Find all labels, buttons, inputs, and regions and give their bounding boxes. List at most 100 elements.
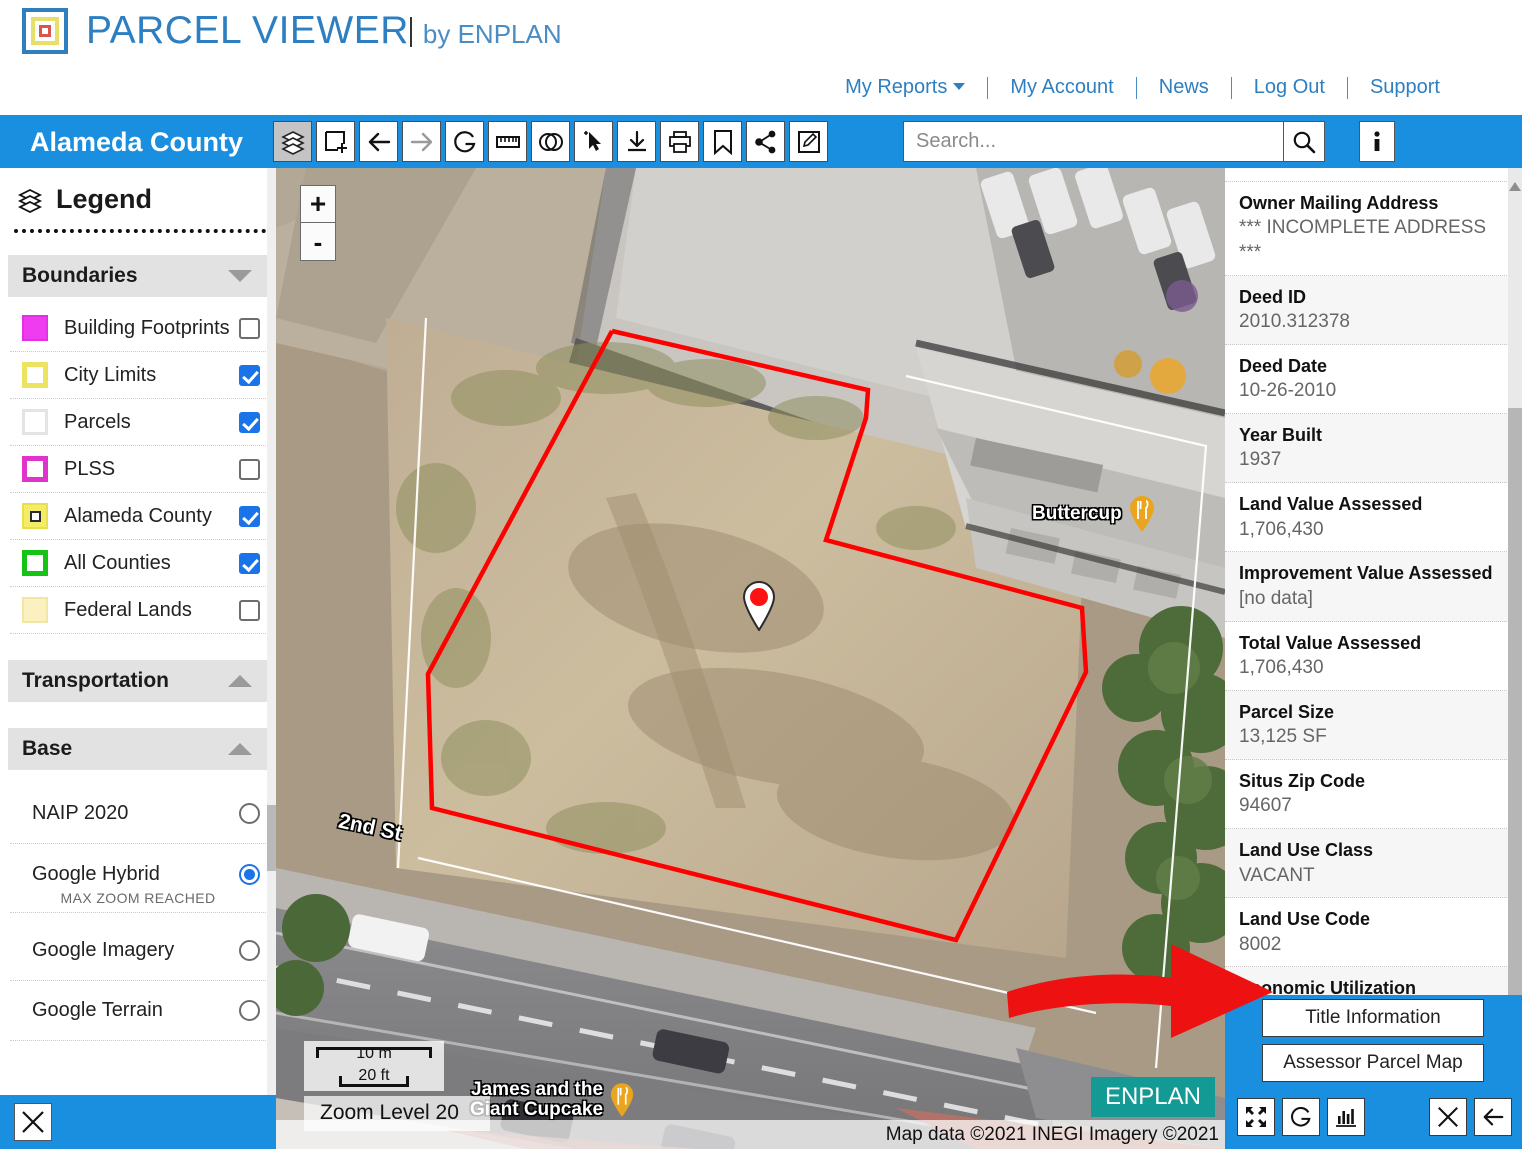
nav-support[interactable]: Support bbox=[1348, 76, 1462, 99]
legend-item-parcels[interactable]: Parcels bbox=[10, 399, 266, 446]
zoom-in-button[interactable]: + bbox=[300, 185, 336, 223]
arrow-right-icon bbox=[410, 132, 432, 151]
legend-group-boundaries[interactable]: Boundaries bbox=[8, 255, 268, 297]
legend-item-federal-lands[interactable]: Federal Lands bbox=[10, 587, 266, 634]
detail-value: VACANT bbox=[1239, 864, 1315, 886]
share-button[interactable] bbox=[746, 121, 785, 162]
legend-item-city-limits[interactable]: City Limits bbox=[10, 352, 266, 399]
legend-checkbox-city-limits[interactable] bbox=[239, 364, 260, 386]
legend-scrollbar[interactable] bbox=[267, 168, 276, 1149]
base-layer-google-imagery[interactable]: Google Imagery bbox=[10, 921, 266, 981]
new-map-button[interactable] bbox=[316, 121, 355, 162]
magnifier-icon bbox=[1293, 131, 1316, 153]
base-layer-label: Google Hybrid bbox=[32, 862, 160, 885]
map-poi-label: Buttercup bbox=[1032, 503, 1122, 525]
detail-row: Year Built 1937 bbox=[1225, 413, 1513, 484]
detail-value: 8002 bbox=[1239, 933, 1282, 955]
assessor-parcel-map-button[interactable]: Assessor Parcel Map bbox=[1262, 1044, 1484, 1082]
detail-value: 94607 bbox=[1239, 795, 1292, 817]
detail-value: *** INCOMPLETE ADDRESS *** bbox=[1239, 217, 1487, 263]
buffer-button[interactable] bbox=[531, 121, 570, 162]
base-layer-radio-google-imagery[interactable] bbox=[239, 940, 260, 961]
detail-key: Deed ID bbox=[1239, 286, 1307, 307]
panel-action-icons-right bbox=[1429, 1098, 1512, 1136]
chevron-up-icon bbox=[228, 675, 252, 687]
legend-item-building-footprints[interactable]: Building Footprints bbox=[10, 305, 266, 352]
bar-chart-icon bbox=[1336, 1109, 1356, 1127]
search-input[interactable] bbox=[903, 121, 1283, 162]
detail-value: [no data] bbox=[1239, 587, 1313, 609]
base-layer-radio-google-hybrid[interactable] bbox=[239, 863, 260, 885]
google-button[interactable] bbox=[445, 121, 484, 162]
legend-checkbox-all-counties[interactable] bbox=[239, 552, 260, 574]
map-pin-marker[interactable] bbox=[739, 579, 779, 631]
legend-checkbox-parcels[interactable] bbox=[239, 411, 260, 433]
statistics-button[interactable] bbox=[1327, 1098, 1365, 1136]
zoom-out-button[interactable]: - bbox=[300, 223, 336, 261]
close-panel-button[interactable] bbox=[1429, 1098, 1467, 1136]
nav-my-reports[interactable]: My Reports bbox=[823, 76, 987, 99]
base-layer-google-terrain[interactable]: Google Terrain bbox=[10, 981, 266, 1041]
measure-button[interactable] bbox=[488, 121, 527, 162]
nav-my-account[interactable]: My Account bbox=[988, 76, 1135, 99]
legend-close-button[interactable] bbox=[14, 1103, 52, 1141]
bookmark-button[interactable] bbox=[703, 121, 742, 162]
base-layer-radio-naip-2020[interactable] bbox=[239, 803, 260, 824]
google-button[interactable] bbox=[1282, 1098, 1320, 1136]
parcel-details-panel: 94607-3802 Owner Mailing Address *** INC… bbox=[1225, 168, 1522, 995]
nav-log-out[interactable]: Log Out bbox=[1232, 76, 1347, 99]
detail-row: 94607-3802 bbox=[1225, 168, 1513, 182]
title-information-button[interactable]: Title Information bbox=[1262, 999, 1484, 1037]
detail-key: Owner Mailing Address bbox=[1239, 192, 1439, 213]
parcel-details-list: 94607-3802 Owner Mailing Address *** INC… bbox=[1225, 168, 1513, 995]
base-layer-naip-2020[interactable]: NAIP 2020 bbox=[10, 784, 266, 844]
scale-imperial-label: 20 ft bbox=[358, 1067, 390, 1084]
panel-action-icons-left bbox=[1237, 1098, 1365, 1136]
detail-value: 94607-3802 bbox=[1239, 168, 1499, 172]
nested-square-logo-icon bbox=[22, 8, 68, 54]
select-button[interactable] bbox=[574, 121, 613, 162]
legend-item-plss[interactable]: PLSS bbox=[10, 446, 266, 493]
legend-checkbox-federal-lands[interactable] bbox=[239, 599, 260, 621]
close-x-icon bbox=[22, 1111, 44, 1133]
legend-scrollbar-thumb[interactable] bbox=[267, 805, 276, 871]
detail-row: Deed Date 10-26-2010 bbox=[1225, 345, 1513, 414]
detail-key: Year Built bbox=[1239, 424, 1323, 445]
detail-value: 1937 bbox=[1239, 449, 1282, 471]
nav-news[interactable]: News bbox=[1137, 76, 1231, 99]
zoom-to-extent-button[interactable] bbox=[1237, 1098, 1275, 1136]
legend-checkbox-building-footprints[interactable] bbox=[239, 317, 260, 339]
legend-group-base[interactable]: Base bbox=[8, 728, 268, 770]
base-layer-radio-google-terrain[interactable] bbox=[239, 1000, 260, 1021]
detail-value: 10-26-2010 bbox=[1239, 380, 1337, 402]
map-poi-james-giant-cupcake[interactable]: James and the Giant Cupcake bbox=[470, 1080, 636, 1120]
close-x-icon bbox=[1438, 1107, 1458, 1127]
legend-footer bbox=[0, 1095, 276, 1149]
next-extent-button[interactable] bbox=[402, 121, 441, 162]
legend-checkbox-alameda-county[interactable] bbox=[239, 505, 260, 527]
legend-group-transportation[interactable]: Transportation bbox=[8, 660, 268, 702]
text-cursor bbox=[409, 17, 412, 47]
legend-item-alameda-county[interactable]: Alameda County bbox=[10, 493, 266, 540]
legend-checkbox-plss[interactable] bbox=[239, 458, 260, 480]
panel-back-button[interactable] bbox=[1474, 1098, 1512, 1136]
info-button[interactable] bbox=[1359, 121, 1395, 162]
enplan-watermark: ENPLAN bbox=[1090, 1077, 1215, 1117]
map-canvas[interactable]: 2nd St Buttercup James and the Giant Cup… bbox=[276, 168, 1225, 1149]
draw-button[interactable] bbox=[789, 121, 828, 162]
layers-button[interactable] bbox=[273, 121, 312, 162]
legend-group-title: Boundaries bbox=[22, 264, 138, 287]
details-scrollbar[interactable] bbox=[1508, 168, 1522, 995]
legend-item-all-counties[interactable]: All Counties bbox=[10, 540, 266, 587]
map-zoom-controls: + - bbox=[300, 185, 336, 261]
parcel-viewer-app: PARCEL VIEWER by ENPLAN My Reports My Acc… bbox=[0, 0, 1522, 1149]
map-poi-buttercup[interactable]: Buttercup bbox=[1032, 495, 1157, 533]
download-button[interactable] bbox=[617, 121, 656, 162]
previous-extent-button[interactable] bbox=[359, 121, 398, 162]
scroll-up-arrow-icon[interactable] bbox=[1509, 182, 1521, 191]
details-scrollbar-thumb[interactable] bbox=[1508, 408, 1522, 995]
swatch-plss bbox=[22, 456, 48, 482]
print-button[interactable] bbox=[660, 121, 699, 162]
search-submit-button[interactable] bbox=[1283, 121, 1325, 162]
legend-item-label: City Limits bbox=[64, 363, 157, 386]
